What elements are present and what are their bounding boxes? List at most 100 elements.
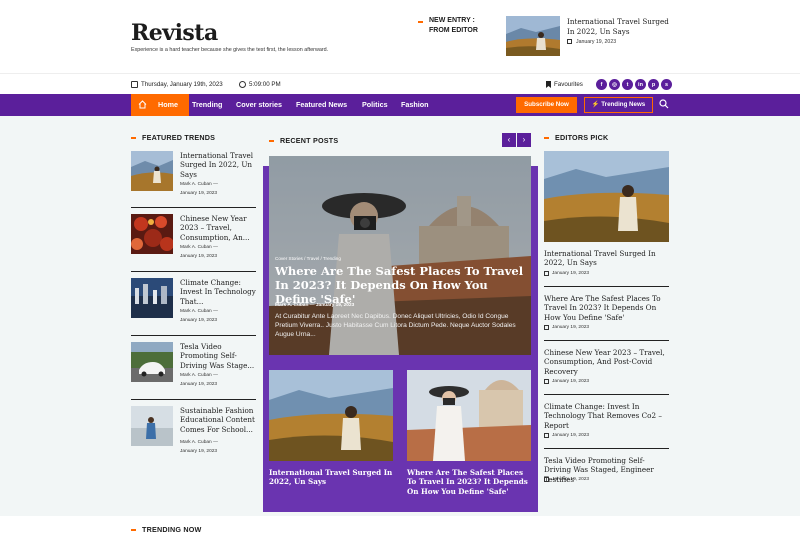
featured-trend-title[interactable]: Chinese New Year 2023 – Travel, Consumpt… [180,214,256,242]
next-arrow-button[interactable]: › [517,133,531,147]
featured-trend-thumbnail[interactable] [131,214,173,254]
featured-trend-author: Mark A. Cuban — [180,440,218,445]
subscribe-button[interactable]: Subscribe Now [516,97,577,113]
accent-dash [544,137,549,139]
divider [131,335,256,336]
featured-trend-date: January 19, 2023 [180,449,218,454]
post-card-title[interactable]: International Travel Surged In 2022, Un … [269,468,393,487]
recent-posts-heading: RECENT POSTS [269,136,338,145]
featured-trend-title[interactable]: Tesla Video Promoting Self-Driving Was S… [180,342,256,370]
linkedin-icon[interactable]: in [635,79,646,90]
new-entry-date-text: January 19, 2023 [576,39,617,45]
new-entry-label-line2: FROM EDITOR [429,27,478,34]
pinterest-icon[interactable]: p [648,79,659,90]
facebook-icon[interactable]: f [596,79,607,90]
editors-pick-title[interactable]: Climate Change: Invest In Technology Tha… [544,402,669,430]
author-name: Mark A. Cuban [180,245,212,250]
editors-pick-date-text: January 19, 2023 [552,379,590,384]
nav-item-politics[interactable]: Politics [362,94,388,116]
hero-post-meta: Mark A. Cuban — January 19, 2023 [275,303,355,308]
favourites-link[interactable]: Favourites [546,81,583,88]
editors-pick-date-text: January 19, 2023 [552,325,590,330]
chevron-left-icon: ‹ [507,135,511,144]
lightning-icon: ⚡ [591,101,600,108]
nav-item-home[interactable]: Home [131,94,189,116]
featured-trend-date: January 19, 2023 [180,254,218,259]
calendar-icon [131,81,138,88]
bookmark-icon [546,81,551,88]
editors-pick-title[interactable]: International Travel Surged In 2022, Un … [544,249,669,268]
featured-trends-heading: FEATURED TRENDS [131,133,215,142]
search-icon[interactable] [659,99,669,109]
post-card-title[interactable]: Where Are The Safest Places To Travel In… [407,468,531,496]
featured-trend-thumbnail[interactable] [131,406,173,446]
calendar-icon [544,433,549,438]
editors-pick-date-text: January 19, 2023 [552,271,590,276]
instagram-icon[interactable]: ◎ [609,79,620,90]
trending-now-heading-text: TRENDING NOW [142,525,202,534]
clock-icon [239,81,246,88]
twitter-icon[interactable]: t [622,79,633,90]
divider [131,207,256,208]
trending-news-label: Trending News [601,101,646,108]
editors-pick-date: January 19, 2023 [544,433,589,438]
divider [131,271,256,272]
trending-now-heading: TRENDING NOW [131,525,202,534]
nav-item-trending[interactable]: Trending [192,94,222,116]
author-name: Mark A. Cuban [180,440,212,445]
featured-trend-author: Mark A. Cuban — [180,309,218,314]
nav-item-fashion[interactable]: Fashion [401,94,429,116]
nav-item-featured-news[interactable]: Featured News [296,94,347,116]
new-entry-title[interactable]: International Travel Surged In 2022, Un … [567,17,677,36]
featured-trend-thumbnail[interactable] [131,151,173,191]
editors-pick-title[interactable]: Chinese New Year 2023 – Travel, Consumpt… [544,348,669,376]
hero-post-categories[interactable]: Cover Stories / Travel / Trending [275,256,341,261]
author-name: Mark A. Cuban [180,373,212,378]
featured-trend-date: January 19, 2023 [180,191,218,196]
editors-pick-image[interactable] [544,151,669,242]
hero-post-author: Mark A. Cuban [275,303,309,308]
featured-trend-thumbnail[interactable] [131,278,173,318]
post-card-image[interactable] [269,370,393,461]
hero-post-date: January 19, 2023 [315,303,355,308]
editors-pick-title[interactable]: Where Are The Safest Places To Travel In… [544,294,669,322]
author-name: Mark A. Cuban [180,182,212,187]
hero-post-title[interactable]: Where Are The Safest Places To Travel In… [275,264,525,306]
featured-trend-title[interactable]: Sustainable Fashion Educational Content … [180,406,256,434]
current-date-text: Thursday, January 19th, 2023 [141,81,223,88]
trending-news-button[interactable]: ⚡ Trending News [584,97,653,113]
social-icons: f ◎ t in p s [596,79,672,90]
skype-icon[interactable]: s [661,79,672,90]
divider [544,340,669,341]
accent-dash [269,140,274,142]
editors-pick-date-text: January 19, 2023 [552,433,590,438]
featured-trend-thumbnail[interactable] [131,342,173,382]
editors-pick-heading: EDITORS PICK [544,133,608,142]
divider [544,286,669,287]
post-card-image[interactable] [407,370,531,461]
recent-posts-heading-text: RECENT POSTS [280,136,339,145]
editors-pick-date: January 19, 2023 [544,325,589,330]
accent-dash [131,137,136,139]
editors-pick-date: January 19, 2023 [544,271,589,276]
editors-pick-date-text: January 19, 2023 [552,477,590,482]
accent-dash [131,529,136,531]
calendar-icon [544,477,549,482]
current-time: 5:09:00 PM [239,81,281,88]
divider [131,399,256,400]
nav-home-label: Home [158,100,178,109]
author-name: Mark A. Cuban [180,309,212,314]
featured-trend-title[interactable]: International Travel Surged In 2022, Un … [180,151,256,179]
nav-item-cover-stories[interactable]: Cover stories [236,94,282,116]
prev-arrow-button[interactable]: ‹ [502,133,516,147]
new-entry-thumbnail[interactable] [506,16,560,56]
current-date: Thursday, January 19th, 2023 [131,81,223,88]
featured-trend-title[interactable]: Climate Change: Invest In Technology Tha… [180,278,256,306]
site-logo[interactable]: Revista [131,20,218,46]
calendar-icon [544,271,549,276]
info-bar: Thursday, January 19th, 2023 5:09:00 PM … [0,73,800,94]
featured-trend-date: January 19, 2023 [180,382,218,387]
accent-dash [418,21,423,23]
featured-trends-heading-text: FEATURED TRENDS [142,133,216,142]
calendar-icon [544,379,549,384]
